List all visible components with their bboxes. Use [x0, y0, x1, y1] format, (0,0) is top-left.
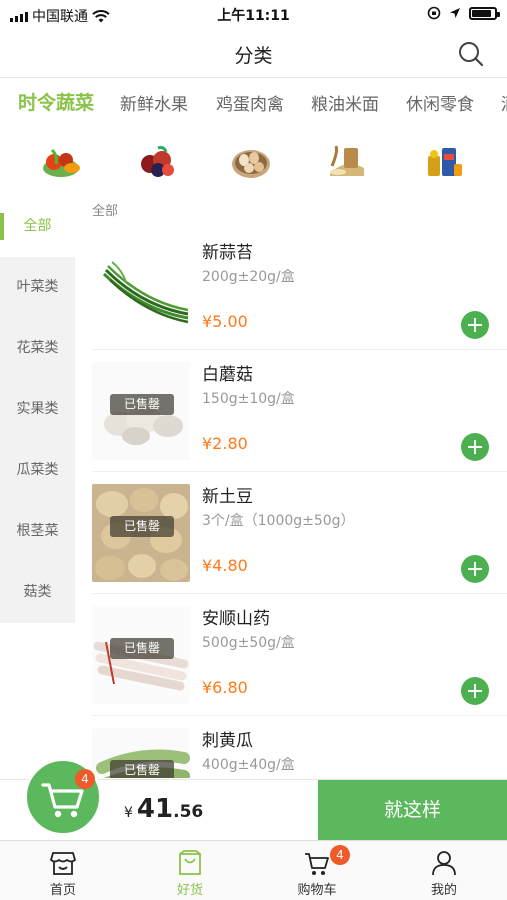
total-decimal: .56 — [173, 802, 204, 822]
rotation-lock-icon — [427, 6, 441, 20]
product-image-garlic-sprout — [92, 240, 190, 338]
category-tab-vegetables[interactable]: 时令蔬菜 — [18, 88, 94, 115]
subcategory-sidebar: 全部 叶菜类 花菜类 实果类 瓜菜类 根茎菜 菇类 — [0, 196, 75, 623]
total-integer: 41 — [136, 794, 174, 824]
sidebar-item-fruit-veg[interactable]: 实果类 — [0, 379, 75, 440]
product-price: ¥6.80 — [202, 678, 248, 697]
product-name: 安顺山药 — [202, 609, 270, 629]
product-item[interactable]: 已售罄 刺黄瓜 400g±40g/盒 — [92, 716, 507, 778]
sidebar-item-all[interactable]: 全部 — [0, 196, 75, 257]
product-spec: 400g±40g/盒 — [202, 757, 295, 773]
add-to-cart-button[interactable] — [461, 433, 489, 461]
category-tabs: 时令蔬菜 新鲜水果 鸡蛋肉禽 粮油米面 休闲零食 酒 — [0, 80, 507, 124]
tab-label: 购物车 — [297, 883, 337, 898]
product-name: 新蒜苔 — [202, 243, 253, 263]
page-title: 分类 — [234, 45, 273, 67]
tab-goods[interactable]: 好货 — [127, 841, 253, 900]
shopping-bag-icon — [179, 850, 201, 875]
product-spec: 150g±10g/盒 — [202, 391, 295, 407]
sold-out-badge: 已售罄 — [110, 516, 174, 537]
add-to-cart-button[interactable] — [461, 677, 489, 705]
category-image-row — [0, 138, 507, 188]
tab-home[interactable]: 首页 — [0, 841, 126, 900]
fruit-category-image[interactable] — [134, 138, 180, 184]
category-tab-snacks[interactable]: 休闲零食 — [406, 90, 474, 115]
nav-bar: 分类 — [0, 30, 507, 78]
status-bar: 中国联通 上午11:11 — [0, 0, 507, 30]
product-name: 新土豆 — [202, 487, 253, 507]
vegetables-category-image[interactable] — [38, 138, 84, 184]
product-item[interactable]: 新蒜苔 200g±20g/盒 ¥5.00 — [92, 228, 507, 350]
cart-tab-badge: 4 — [330, 845, 350, 865]
category-tab-fruit[interactable]: 新鲜水果 — [120, 90, 188, 115]
add-to-cart-button[interactable] — [461, 555, 489, 583]
product-name: 白蘑菇 — [202, 365, 253, 385]
search-icon[interactable] — [457, 40, 485, 68]
tab-label: 好货 — [176, 883, 203, 898]
sold-out-badge: 已售罄 — [110, 760, 174, 778]
sidebar-item-mushroom[interactable]: 菇类 — [0, 562, 75, 623]
battery-icon — [469, 6, 500, 20]
category-tab-grain-oil[interactable]: 粮油米面 — [311, 90, 379, 115]
product-spec: 500g±50g/盒 — [202, 635, 295, 651]
sold-out-badge: 已售罄 — [110, 394, 174, 415]
tab-cart[interactable]: 4 购物车 — [254, 841, 380, 900]
add-to-cart-button[interactable] — [461, 311, 489, 339]
product-spec: 200g±20g/盒 — [202, 269, 295, 285]
eggs-meat-category-image[interactable] — [228, 138, 274, 184]
snacks-category-image[interactable] — [420, 138, 466, 184]
product-price: ¥4.80 — [202, 556, 248, 575]
grain-oil-category-image[interactable] — [324, 138, 370, 184]
product-name: 刺黄瓜 — [202, 731, 253, 751]
checkout-button[interactable]: 就这样 — [318, 780, 507, 840]
store-icon — [50, 852, 76, 875]
tab-label: 首页 — [49, 883, 76, 898]
product-spec: 3个/盒（1000g±50g） — [202, 513, 355, 529]
sidebar-item-gourd[interactable]: 瓜菜类 — [0, 440, 75, 501]
category-tab-wine[interactable]: 酒 — [501, 90, 507, 115]
product-item[interactable]: 已售罄 白蘑菇 150g±10g/盒 ¥2.80 — [92, 350, 507, 472]
tab-label: 我的 — [430, 883, 457, 898]
tab-bar: 首页 好货 4 购物车 我的 — [0, 840, 507, 900]
sidebar-item-flower[interactable]: 花菜类 — [0, 318, 75, 379]
list-header: 全部 — [92, 204, 119, 219]
product-list: 全部 新蒜苔 200g±20g/盒 ¥5.00 已售罄 白蘑菇 150g±10g… — [92, 196, 507, 778]
product-price: ¥5.00 — [202, 312, 248, 331]
cart-bar: 4 ¥ 41 .56 就这样 — [0, 758, 507, 840]
category-tab-eggs-meat[interactable]: 鸡蛋肉禽 — [216, 90, 284, 115]
product-item[interactable]: 已售罄 安顺山药 500g±50g/盒 ¥6.80 — [92, 594, 507, 716]
location-icon — [450, 8, 460, 18]
cart-total: ¥ 41 .56 — [124, 794, 203, 824]
cart-count-badge: 4 — [75, 769, 95, 789]
cart-button[interactable]: 4 — [24, 758, 102, 836]
sold-out-badge: 已售罄 — [110, 638, 174, 659]
product-price: ¥2.80 — [202, 434, 248, 453]
sidebar-item-root[interactable]: 根茎菜 — [0, 501, 75, 562]
cart-icon — [305, 853, 329, 875]
user-icon — [432, 851, 456, 876]
product-item[interactable]: 已售罄 新土豆 3个/盒（1000g±50g） ¥4.80 — [92, 472, 507, 594]
sidebar-item-leafy[interactable]: 叶菜类 — [0, 257, 75, 318]
tab-mine[interactable]: 我的 — [381, 841, 507, 900]
currency-symbol: ¥ — [124, 805, 133, 821]
